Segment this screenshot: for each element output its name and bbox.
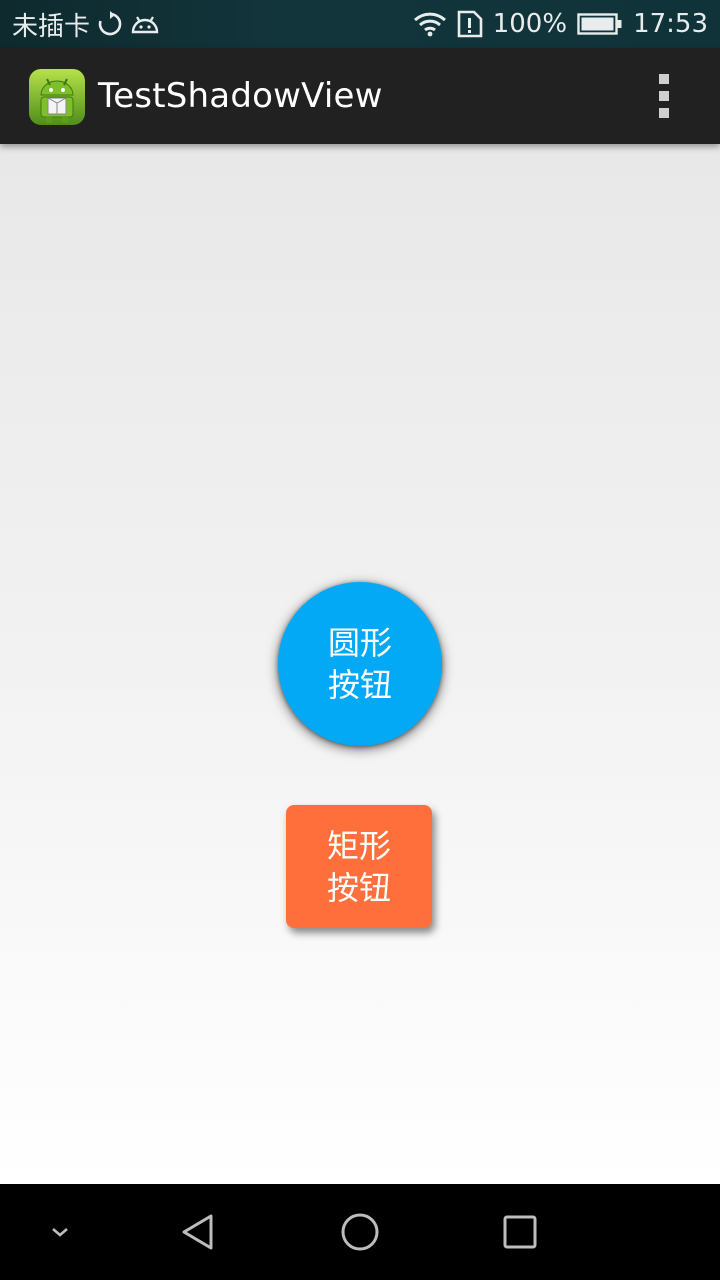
hide-nav-icon[interactable] <box>12 1184 108 1280</box>
rect-button[interactable]: 矩形 按钮 <box>286 805 432 928</box>
android-debug-icon <box>130 11 160 37</box>
circle-button[interactable]: 圆形 按钮 <box>278 582 442 746</box>
status-right: 100% 17:53 <box>413 0 708 48</box>
content-area: 圆形 按钮 矩形 按钮 <box>0 144 720 1184</box>
overflow-dot <box>659 74 669 84</box>
clock: 17:53 <box>633 9 708 39</box>
sync-icon <box>96 10 124 38</box>
circle-button-label-line2: 按钮 <box>327 666 392 704</box>
circle-button-label-line1: 圆形 <box>327 624 392 662</box>
back-icon[interactable] <box>152 1184 248 1280</box>
status-left: 未插卡 <box>12 0 160 48</box>
rect-button-label-line2: 按钮 <box>326 868 391 907</box>
overflow-dot <box>659 91 669 101</box>
android-app-icon[interactable] <box>28 68 86 126</box>
overflow-dot <box>659 108 669 118</box>
navigation-bar <box>0 1184 720 1280</box>
rect-button-label-line1: 矩形 <box>326 826 391 865</box>
wifi-icon <box>413 10 447 38</box>
sim-alert-icon <box>457 10 483 38</box>
action-bar: TestShadowView <box>0 48 720 144</box>
battery-percent: 100% <box>492 9 568 39</box>
battery-icon <box>577 12 623 36</box>
recents-icon[interactable] <box>472 1184 568 1280</box>
carrier-text: 未插卡 <box>12 11 91 42</box>
overflow-menu-icon[interactable] <box>644 72 684 120</box>
status-bar: 未插卡 100% 17:53 <box>0 0 720 48</box>
home-icon[interactable] <box>312 1184 408 1280</box>
app-title: TestShadowView <box>98 76 383 116</box>
